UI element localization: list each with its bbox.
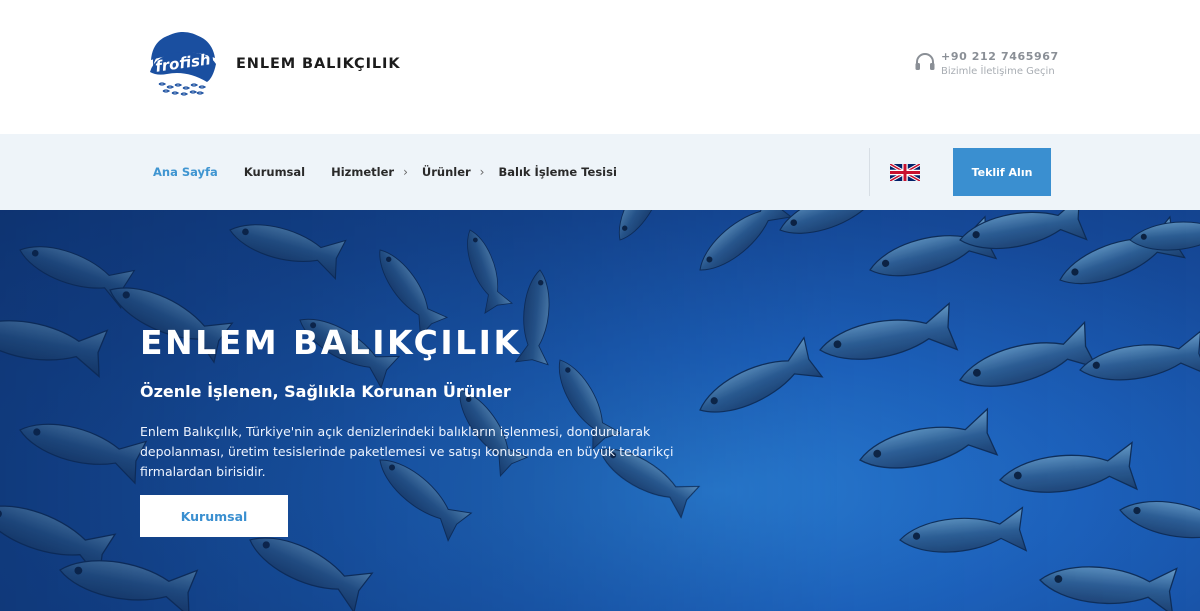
nav-divider [869, 148, 870, 196]
contact-info: +90 212 7465967 Bizimle İletişime Geçin [914, 50, 1064, 84]
about-button[interactable]: Kurumsal [140, 495, 288, 537]
nav-item-ana-sayfa[interactable]: Ana Sayfa [153, 165, 218, 179]
nav-item-kurumsal[interactable]: Kurumsal [244, 165, 305, 179]
uk-flag-icon[interactable] [889, 162, 921, 183]
main-nav: Ana Sayfa Kurumsal Hizmetler › Ürünler › B… [153, 134, 617, 210]
phone-number[interactable]: +90 212 7465967 [941, 50, 1059, 63]
nav-label: Kurumsal [243, 165, 306, 179]
nav-label: Balık İşleme Tesisi [498, 165, 617, 179]
nav-item-balik-isleme-tesisi[interactable]: Balık İşleme Tesisi [498, 165, 616, 179]
nav-item-urunler[interactable]: Ürünler › [422, 165, 485, 179]
brand-name[interactable]: ENLEM BALIKÇILIK [236, 56, 400, 72]
hero-description: Enlem Balıkçılık, Türkiye'nin açık deniz… [140, 424, 674, 479]
frofish-logo[interactable]: frofish [147, 30, 219, 100]
nav-label: Ürünler [421, 165, 471, 179]
hero-banner: ENLEM BALIKÇILIK Özenle İşlenen, Sağlıkl… [0, 210, 1200, 611]
nav-item-hizmetler[interactable]: Hizmetler › [331, 165, 408, 179]
hero-title: ENLEM BALIKÇILIK [140, 323, 522, 362]
get-quote-button[interactable]: Teklif Alın [953, 148, 1051, 196]
hero-overlay [0, 210, 1200, 611]
headset-icon [914, 52, 936, 72]
site-header: frofish ENLEM BALIKÇILIK +90 212 7465967… [0, 0, 1200, 134]
chevron-right-icon: › [479, 165, 485, 179]
nav-label: Ana Sayfa [153, 165, 218, 179]
chevron-right-icon: › [403, 165, 408, 179]
hero-subtitle: Özenle İşlenen, Sağlıkla Korunan Ürünler [140, 382, 511, 401]
contact-label: Bizimle İletişime Geçin [941, 66, 1055, 77]
nav-label: Hizmetler [331, 165, 395, 179]
